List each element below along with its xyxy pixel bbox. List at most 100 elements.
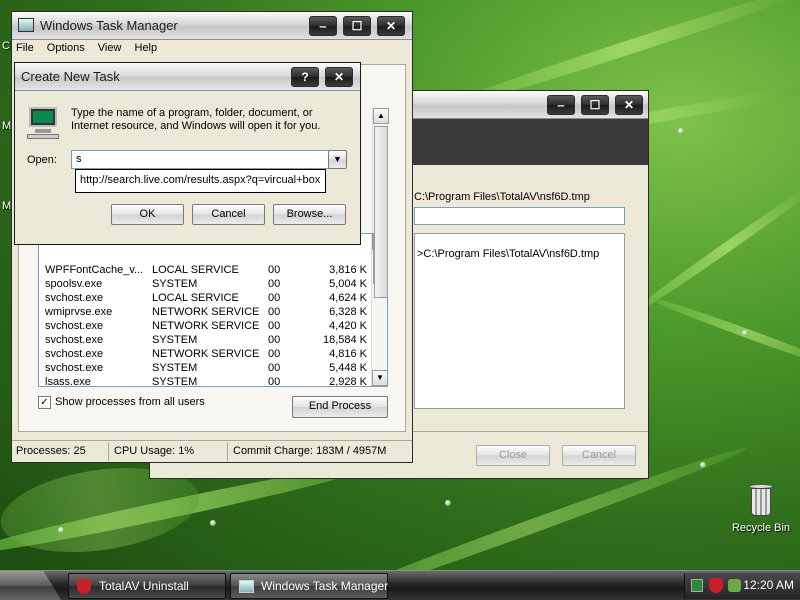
menu-bar: File Options View Help	[16, 42, 408, 60]
ok-button[interactable]: OK	[111, 204, 184, 225]
process-user: NETWORK SERVICE	[152, 306, 260, 318]
vertical-scrollbar-upper[interactable]: ▲	[372, 108, 389, 298]
maximize-button[interactable]: ☐	[343, 16, 371, 36]
table-row[interactable]: svchost.exe SYSTEM 00 5,448 K	[39, 362, 369, 376]
menu-view[interactable]: View	[98, 42, 122, 54]
window-title: Windows Task Manager	[40, 18, 178, 33]
process-user: SYSTEM	[152, 334, 198, 346]
close-button[interactable]: ✕	[615, 95, 643, 115]
process-cpu: 00	[268, 334, 281, 346]
status-separator	[227, 443, 228, 461]
taskbar-item-label: Windows Task Manager	[261, 579, 389, 593]
process-cpu: 00	[268, 348, 281, 360]
table-row[interactable]: svchost.exe NETWORK SERVICE 00 4,420 K	[39, 320, 369, 334]
water-drop	[58, 527, 64, 533]
shield-icon	[77, 579, 91, 594]
table-row[interactable]: wmiprvse.exe NETWORK SERVICE 00 6,328 K	[39, 306, 369, 320]
autocomplete-dropdown[interactable]: http://search.live.com/results.aspx?q=vi…	[75, 169, 326, 193]
scroll-thumb[interactable]	[374, 126, 388, 298]
close-button[interactable]: ✕	[325, 67, 353, 87]
process-memory: 2,928 K	[329, 376, 367, 387]
end-process-button[interactable]: End Process	[292, 396, 388, 418]
process-name: svchost.exe	[45, 292, 104, 304]
taskbar-item-totalav[interactable]: TotalAV Uninstall	[68, 573, 226, 599]
process-memory: 5,448 K	[329, 362, 367, 374]
scroll-up-arrow[interactable]: ▲	[373, 108, 389, 124]
table-row[interactable]: spoolsv.exe SYSTEM 00 5,004 K	[39, 278, 369, 292]
network-icon[interactable]	[691, 579, 703, 592]
process-memory: 6,328 K	[329, 306, 367, 318]
table-row[interactable]: svchost.exe NETWORK SERVICE 00 4,816 K	[39, 348, 369, 362]
process-cpu: 00	[268, 292, 281, 304]
process-cpu: 00	[268, 278, 281, 290]
chevron-down-icon[interactable]: ▼	[328, 150, 347, 169]
table-row[interactable]: lsass.exe SYSTEM 00 2,928 K	[39, 376, 369, 387]
water-drop	[210, 520, 216, 526]
process-memory: 5,004 K	[329, 278, 367, 290]
autocomplete-item[interactable]: http://search.live.com/results.aspx?q=vi…	[80, 174, 320, 186]
recycle-bin-label: Recycle Bin	[731, 522, 791, 534]
table-row[interactable]: svchost.exe LOCAL SERVICE 00 4,624 K	[39, 292, 369, 306]
cancel-button[interactable]: Cancel	[562, 445, 636, 466]
desktop-edge-label: M	[2, 200, 12, 212]
process-memory: 4,816 K	[329, 348, 367, 360]
open-input-value: s	[76, 153, 82, 165]
process-memory: 4,420 K	[329, 320, 367, 332]
process-name: svchost.exe	[45, 348, 104, 360]
menu-help[interactable]: Help	[135, 42, 158, 54]
show-all-users-checkbox[interactable]: ✓	[38, 396, 51, 409]
water-drop	[445, 500, 451, 506]
process-name: WPFFontCache_v...	[45, 264, 144, 276]
process-cpu: 00	[268, 362, 281, 374]
open-label: Open:	[27, 154, 57, 166]
cancel-button[interactable]: Cancel	[192, 204, 265, 225]
browse-button[interactable]: Browse...	[273, 204, 346, 225]
task-manager-titlebar[interactable]: Windows Task Manager ‒ ☐ ✕	[12, 12, 412, 40]
minimize-button[interactable]: ‒	[547, 95, 575, 115]
process-list[interactable]: WPFFontCache_v... LOCAL SERVICE 00 3,816 K s…	[38, 233, 388, 387]
table-row[interactable]: svchost.exe SYSTEM 00 18,584 K	[39, 334, 369, 348]
maximize-button[interactable]: ☐	[581, 95, 609, 115]
desktop-edge-label: C	[2, 40, 10, 52]
close-button[interactable]: ✕	[377, 16, 405, 36]
dialog-titlebar[interactable]: Create New Task ? ✕	[15, 63, 360, 91]
process-name: svchost.exe	[45, 362, 104, 374]
desktop-edge-label: M	[2, 120, 12, 132]
process-user: NETWORK SERVICE	[152, 348, 260, 360]
menu-options[interactable]: Options	[47, 42, 85, 54]
process-memory: 3,816 K	[329, 264, 367, 276]
process-cpu: 00	[268, 320, 281, 332]
update-icon[interactable]	[728, 579, 741, 592]
dialog-description: Type the name of a program, folder, docu…	[71, 107, 321, 132]
scroll-down-arrow[interactable]: ▼	[372, 370, 387, 386]
status-commit: Commit Charge: 183M / 4957M	[233, 445, 387, 457]
taskbar-item-label: TotalAV Uninstall	[99, 579, 189, 593]
recycle-bin-icon	[747, 484, 775, 518]
process-user: NETWORK SERVICE	[152, 320, 260, 332]
shield-icon[interactable]	[709, 578, 723, 593]
recycle-bin[interactable]: Recycle Bin	[730, 484, 792, 534]
clock[interactable]: 12:20 AM	[743, 578, 794, 592]
system-tray: 12:20 AM	[684, 573, 800, 599]
water-drop	[700, 462, 706, 468]
start-button[interactable]	[0, 571, 62, 600]
minimize-button[interactable]: ‒	[309, 16, 337, 36]
show-all-users-label: Show processes from all users	[55, 396, 205, 408]
water-drop	[742, 330, 748, 336]
process-user: LOCAL SERVICE	[152, 292, 239, 304]
taskbar: TotalAV Uninstall Windows Task Manager 1…	[0, 570, 800, 600]
status-bar: Processes: 25 CPU Usage: 1% Commit Charg…	[12, 440, 412, 462]
process-name: lsass.exe	[45, 376, 91, 387]
table-row[interactable]: WPFFontCache_v... LOCAL SERVICE 00 3,816 K	[39, 264, 369, 278]
taskbar-item-task-manager[interactable]: Windows Task Manager	[230, 573, 388, 599]
process-cpu: 00	[268, 376, 281, 387]
process-name: wmiprvse.exe	[45, 306, 113, 318]
menu-file[interactable]: File	[16, 42, 34, 54]
task-manager-icon	[18, 18, 34, 32]
log-line: >C:\Program Files\TotalAV\nsf6D.tmp	[417, 248, 600, 260]
create-new-task-dialog: Create New Task ? ✕ Type the name of a p…	[14, 62, 361, 245]
close-button[interactable]: Close	[476, 445, 550, 466]
help-button[interactable]: ?	[291, 67, 319, 87]
run-computer-icon	[27, 107, 59, 139]
open-input[interactable]: s	[71, 150, 331, 169]
